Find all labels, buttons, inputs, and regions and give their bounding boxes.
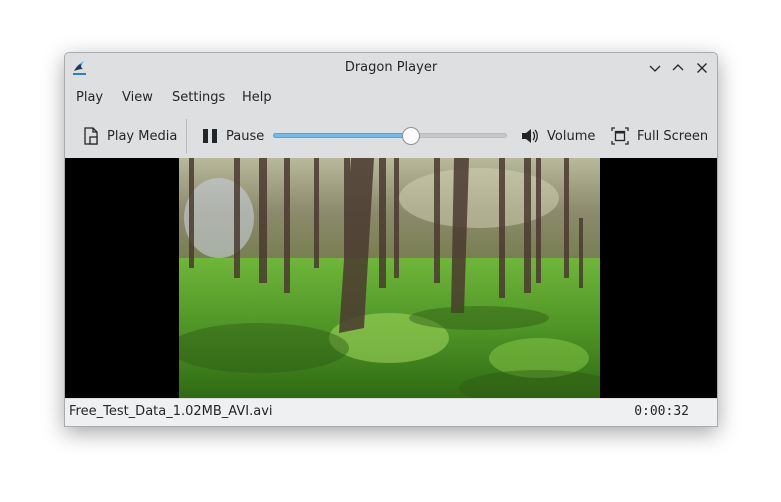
forest-video-image [179,158,600,398]
video-area[interactable] [65,158,717,398]
video-frame[interactable] [179,158,600,398]
pause-label: Pause [226,128,265,144]
play-media-label: Play Media [107,128,178,144]
seek-slider[interactable] [273,127,507,145]
menu-view[interactable]: View [122,90,153,105]
menu-bar: Play View Settings Help [65,85,717,111]
toolbar: Play Media Pause Volume Full Screen [65,115,717,157]
volume-label: Volume [547,128,596,144]
fullscreen-label: Full Screen [637,128,709,144]
pause-icon [203,129,217,143]
menu-help[interactable]: Help [242,90,272,105]
maximize-icon[interactable] [670,60,686,76]
volume-button[interactable]: Volume [521,125,595,147]
menu-play[interactable]: Play [76,90,103,105]
filename-label: Free_Test_Data_1.02MB_AVI.avi [69,404,273,419]
window-title: Dragon Player [344,60,438,75]
minimize-icon[interactable] [647,60,663,76]
close-icon[interactable] [694,60,710,76]
seek-handle[interactable] [402,127,420,145]
play-media-file-icon [84,127,98,145]
title-bar[interactable]: Dragon Player [65,53,717,83]
speaker-icon [522,129,538,143]
seek-progress [273,133,411,138]
fullscreen-button[interactable]: Full Screen [611,125,708,147]
pause-button[interactable]: Pause [202,125,264,147]
toolbar-separator [186,119,187,153]
dragon-player-window: Dragon Player Play View Settings Help Pl… [64,52,718,427]
fullscreen-icon [611,127,629,145]
playback-time: 0:00:32 [634,404,689,419]
play-media-button[interactable]: Play Media [83,125,177,147]
status-bar: Free_Test_Data_1.02MB_AVI.avi 0:00:32 [65,399,717,426]
menu-settings[interactable]: Settings [172,90,225,105]
